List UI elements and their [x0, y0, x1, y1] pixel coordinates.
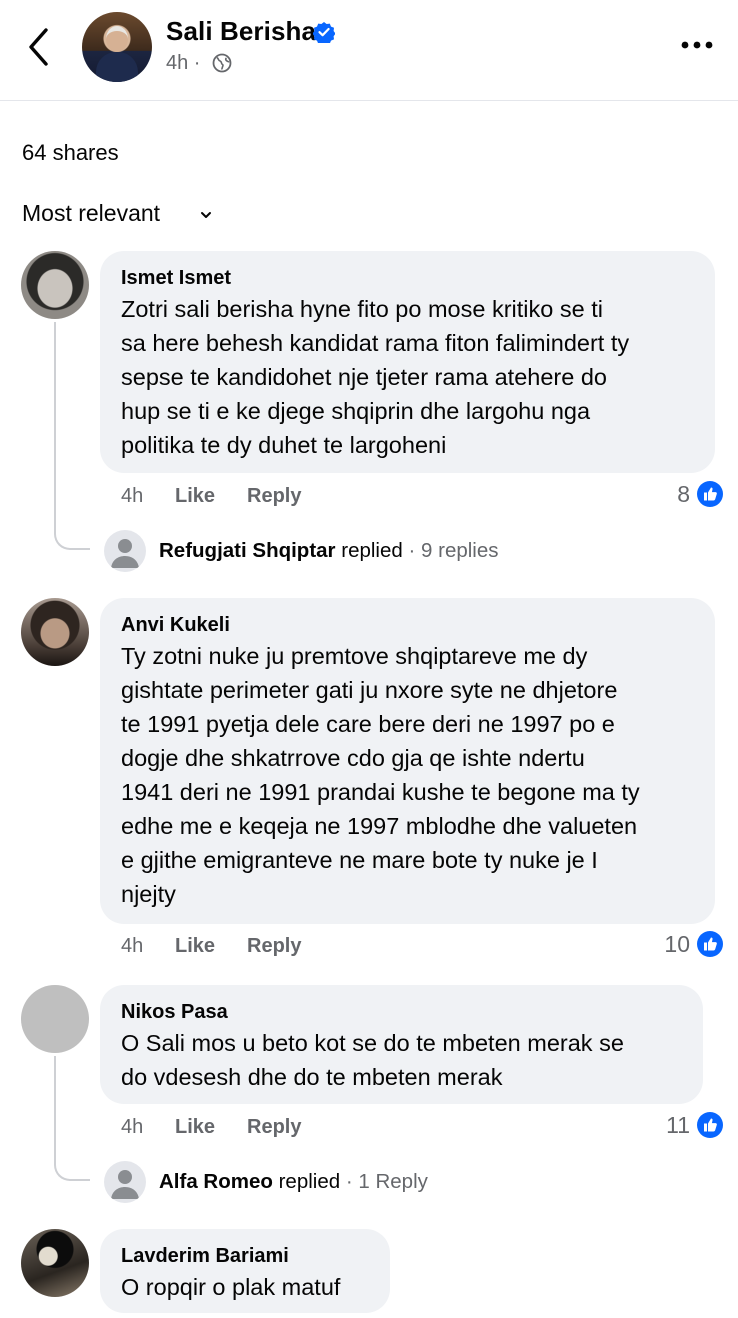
reply-count[interactable]: · 9 replies: [409, 539, 499, 562]
like-button[interactable]: Like: [175, 1116, 215, 1139]
sort-dropdown[interactable]: Most relevant: [22, 200, 160, 227]
reaction-count[interactable]: 8: [640, 481, 690, 508]
reaction-count[interactable]: 10: [640, 931, 690, 958]
avatar-figure: [96, 52, 138, 82]
page-avatar[interactable]: [82, 12, 152, 82]
comment-bubble[interactable]: Lavderim Bariami O ropqir o plak matuf: [100, 1229, 390, 1313]
commenter-avatar[interactable]: [21, 985, 89, 1053]
page-name[interactable]: Sali Berisha: [166, 16, 316, 47]
verified-badge-icon: [313, 22, 335, 43]
comment-author[interactable]: Lavderim Bariami: [121, 1243, 370, 1269]
comment-author[interactable]: Ismet Ismet: [121, 265, 695, 291]
view-replies-link[interactable]: Refugjati Shqiptar replied · 9 replies: [159, 539, 499, 563]
like-button[interactable]: Like: [175, 485, 215, 508]
commenter-avatar[interactable]: [21, 251, 89, 319]
like-button[interactable]: Like: [175, 935, 215, 958]
like-reaction-icon[interactable]: [696, 930, 724, 958]
like-reaction-icon[interactable]: [696, 1111, 724, 1139]
comment-bubble[interactable]: Anvi Kukeli Ty zotni nuke ju premtove sh…: [100, 598, 715, 924]
reply-avatar[interactable]: [104, 530, 146, 572]
comment-bubble[interactable]: Nikos Pasa O Sali mos u beto kot se do t…: [100, 985, 703, 1104]
reply-button[interactable]: Reply: [247, 485, 301, 508]
globe-icon: [212, 53, 232, 73]
commenter-avatar[interactable]: [21, 1229, 89, 1297]
comment-author[interactable]: Nikos Pasa: [121, 999, 683, 1025]
shares-count[interactable]: 64 shares: [22, 140, 119, 166]
more-options-icon[interactable]: [680, 34, 714, 56]
avatar-face: [106, 26, 128, 52]
comment-time[interactable]: 4h: [121, 935, 143, 958]
comment-text: O Sali mos u beto kot se do te mbeten me…: [121, 1030, 624, 1090]
reply-verb: replied: [341, 539, 403, 562]
comment-text: Zotri sali berisha hyne fito po mose kri…: [121, 296, 630, 458]
back-arrow-icon[interactable]: [22, 24, 56, 70]
comment-bubble[interactable]: Ismet Ismet Zotri sali berisha hyne fito…: [100, 251, 715, 473]
like-reaction-icon[interactable]: [696, 480, 724, 508]
comment-time[interactable]: 4h: [121, 1116, 143, 1139]
thread-connector: [54, 1056, 90, 1181]
comment-text: O ropqir o plak matuf: [121, 1274, 341, 1300]
reply-verb: replied: [278, 1170, 341, 1193]
comment-text: Ty zotni nuke ju premtove shqiptareve me…: [121, 643, 640, 907]
post-timestamp[interactable]: 4h ·: [166, 52, 200, 75]
reply-count[interactable]: · 1 Reply: [346, 1170, 428, 1193]
reply-avatar[interactable]: [104, 1161, 146, 1203]
comment-time[interactable]: 4h: [121, 485, 143, 508]
reply-author[interactable]: Refugjati Shqiptar: [159, 539, 336, 562]
default-user-icon: [111, 1170, 139, 1199]
reply-button[interactable]: Reply: [247, 935, 301, 958]
reply-button[interactable]: Reply: [247, 1116, 301, 1139]
reaction-count[interactable]: 11: [640, 1112, 690, 1139]
comment-author[interactable]: Anvi Kukeli: [121, 612, 695, 638]
chevron-down-icon[interactable]: [198, 207, 214, 223]
commenter-avatar[interactable]: [21, 598, 89, 666]
default-user-icon: [111, 539, 139, 568]
reply-author[interactable]: Alfa Romeo: [159, 1170, 273, 1193]
view-replies-link[interactable]: Alfa Romeo replied · 1 Reply: [159, 1170, 428, 1194]
thread-connector: [54, 322, 90, 550]
post-header: Sali Berisha 4h ·: [0, 0, 738, 101]
